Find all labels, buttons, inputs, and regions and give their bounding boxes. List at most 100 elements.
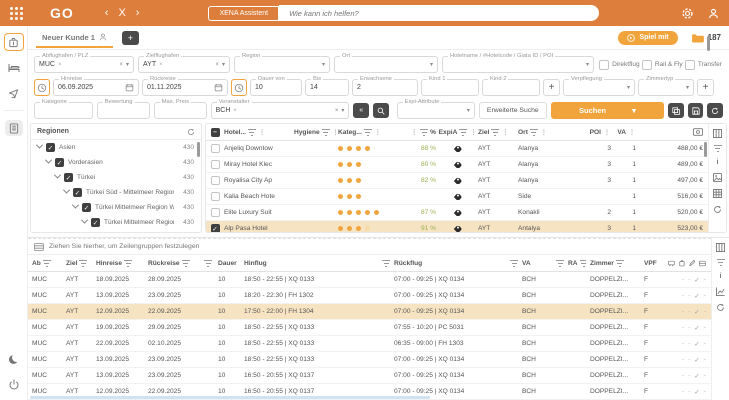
flight-icon[interactable] xyxy=(5,85,23,101)
info-icon[interactable]: i xyxy=(720,273,722,280)
filter-icon[interactable] xyxy=(364,129,372,136)
zimmertyp-field[interactable]: Zimmertyp ▾ xyxy=(638,79,694,96)
select-all-checkbox[interactable] xyxy=(211,128,220,137)
add-child-button[interactable]: + xyxy=(543,79,560,96)
column-menu-icon[interactable]: ⋮ xyxy=(502,129,508,136)
image-icon[interactable] xyxy=(713,173,722,182)
filter-icon[interactable] xyxy=(616,260,624,267)
filter-icon[interactable] xyxy=(79,260,87,267)
info-icon[interactable]: i xyxy=(717,159,719,166)
region-checkbox[interactable] xyxy=(82,203,91,212)
row-checkbox[interactable] xyxy=(211,224,220,232)
column-menu-icon[interactable]: ⋮ xyxy=(629,129,635,136)
row-checkbox[interactable] xyxy=(211,192,220,201)
hotel-row[interactable]: Kalia Beach Hote AYT Side 1 516,00 € xyxy=(206,189,708,205)
region-tree-item[interactable]: Türkei Mittelmeer Region West 430 xyxy=(31,200,201,215)
filter-icon[interactable] xyxy=(714,145,722,152)
calendar-icon[interactable] xyxy=(214,83,223,92)
calendar-icon[interactable] xyxy=(125,83,134,92)
row-group-dropzone[interactable]: Ziehen Sie hierher, um Zeilengruppen fes… xyxy=(28,238,711,255)
assistant-search-input[interactable] xyxy=(279,5,599,21)
filter-icon[interactable] xyxy=(717,259,725,266)
region-checkbox[interactable] xyxy=(73,188,82,197)
chevron-down-icon[interactable] xyxy=(72,202,79,209)
filter-icon[interactable] xyxy=(322,129,330,136)
region-tree-item[interactable]: Vorderasien 430 xyxy=(31,155,201,170)
dropdown-caret-icon[interactable]: ▾ xyxy=(126,61,129,68)
expi-attribute-field[interactable]: Expi-Attribute ▾ xyxy=(397,102,475,119)
dropdown-caret-icon[interactable]: ▾ xyxy=(467,107,470,114)
hotel-row[interactable]: Royalisa City Ap 82 % AYT Alanya 3 1 497… xyxy=(206,173,708,189)
offer-row[interactable]: MUC AYT 13.09.2025 23.09.2025 10 18:50 -… xyxy=(28,352,711,368)
region-tree-item[interactable]: Türkei 430 xyxy=(31,170,201,185)
option-checkbox[interactable]: Direktflug xyxy=(599,60,639,70)
clear-icon[interactable]: × xyxy=(335,108,339,114)
bewertung-field[interactable]: Bewertung xyxy=(97,102,150,119)
basket-counter[interactable]: 187 xyxy=(691,33,721,43)
filter-icon[interactable] xyxy=(420,129,428,136)
ort-field[interactable]: Ort ▾ xyxy=(334,56,438,73)
filter-icon[interactable] xyxy=(556,260,564,267)
column-menu-icon[interactable]: ⋮ xyxy=(470,129,476,136)
column-menu-icon[interactable]: ⋮ xyxy=(411,129,417,136)
chevron-down-icon[interactable] xyxy=(63,187,70,194)
refresh-icon[interactable] xyxy=(716,303,725,312)
columns-icon[interactable] xyxy=(716,243,725,252)
veranstalter-field[interactable]: Veranstalter BCH × × ▾ xyxy=(211,102,350,119)
chevron-down-icon[interactable] xyxy=(81,217,88,224)
chevron-down-icon[interactable] xyxy=(45,157,52,164)
nav-x-icon[interactable]: X xyxy=(118,7,125,19)
filter-icon[interactable] xyxy=(459,129,467,136)
hotel-row[interactable]: Alp Pasa Hotel 91 % AYT Antalya 3 1 523,… xyxy=(206,221,708,232)
document-list-icon[interactable] xyxy=(5,120,23,136)
region-tree-item[interactable]: Türkei Mittelmeer Region - Antalya 430 xyxy=(31,215,201,230)
column-menu-icon[interactable]: ⋮ xyxy=(541,129,547,136)
spiel-mit-button[interactable]: Spiel mit xyxy=(618,31,677,45)
region-checkbox[interactable] xyxy=(64,173,73,182)
outbound-time-button[interactable] xyxy=(34,79,50,96)
row-checkbox[interactable] xyxy=(211,160,220,169)
dropdown-caret-icon[interactable]: ▾ xyxy=(627,84,630,91)
max-preis-field[interactable]: Max. Preis xyxy=(154,102,207,119)
row-checkbox[interactable] xyxy=(211,176,220,185)
horizontal-scrollbar[interactable] xyxy=(30,396,430,399)
erwachsene-field[interactable]: Erwachsene 2 xyxy=(352,79,418,96)
copy-search-button[interactable] xyxy=(668,103,684,118)
region-field[interactable]: Region ▾ xyxy=(234,56,330,73)
erweiterte-suche-button[interactable]: Erweiterte Suche xyxy=(479,102,547,119)
column-menu-icon[interactable]: ⋮ xyxy=(259,129,265,136)
hotelname-field[interactable]: Hotelname / #Hotelcode / Giata ID / POI … xyxy=(442,56,594,73)
dropdown-caret-icon[interactable]: ▾ xyxy=(341,107,344,114)
kategorie-field[interactable]: Kategorie xyxy=(34,102,93,119)
hinreise-field[interactable]: Hinreise 06.09.2025 xyxy=(53,79,139,96)
offer-row[interactable]: MUC AYT 13.09.2025 23.09.2025 10 18:20 -… xyxy=(28,288,711,304)
region-tree-item[interactable]: Türkei Süd - Mittelmeer Region 430 xyxy=(31,185,201,200)
arrival-airport-field[interactable]: Zielflughafen AYT × × ▾ xyxy=(138,56,230,73)
filter-icon[interactable] xyxy=(248,129,256,136)
chip-clear-icon[interactable]: × xyxy=(233,108,237,114)
bis-field[interactable]: Bis 14 xyxy=(305,79,349,96)
filter-icon[interactable] xyxy=(124,260,132,267)
columns-icon[interactable] xyxy=(713,129,722,138)
column-menu-icon[interactable]: ⋮ xyxy=(604,129,610,136)
xena-assistant-button[interactable]: XENA Assistent xyxy=(208,6,279,21)
hotel-row[interactable]: Anjeliq Downtow 88 % AYT Alanya 3 1 488,… xyxy=(206,141,708,157)
offer-row[interactable]: MUC AYT 22.09.2025 02.10.2025 10 18:50 -… xyxy=(28,336,711,352)
offer-row[interactable]: MUC AYT 12.09.2025 22.09.2025 10 17:50 -… xyxy=(28,304,711,320)
filter-icon[interactable] xyxy=(530,129,538,136)
offer-row[interactable]: MUC AYT 19.09.2025 29.09.2025 10 18:50 -… xyxy=(28,320,711,336)
settings-gear-icon[interactable] xyxy=(681,7,694,20)
dropdown-caret-icon[interactable]: ▾ xyxy=(686,84,689,91)
filter-icon[interactable] xyxy=(204,260,212,267)
dropdown-caret-icon[interactable]: ▾ xyxy=(586,61,589,68)
return-time-button[interactable] xyxy=(231,79,247,96)
hotel-row[interactable]: Miray Hotel Klec 80 % AYT Alanya 3 1 489… xyxy=(206,157,708,173)
dropdown-caret-icon[interactable]: ▾ xyxy=(430,61,433,68)
search-split-caret-icon[interactable]: ▾ xyxy=(632,106,636,115)
filter-icon[interactable] xyxy=(182,260,190,267)
app-launcher-icon[interactable] xyxy=(10,7,23,20)
save-search-button[interactable] xyxy=(688,103,704,118)
filter-icon[interactable] xyxy=(382,260,390,267)
dauer-von-field[interactable]: Dauer von 10 xyxy=(250,79,302,96)
refresh-icon[interactable] xyxy=(713,205,722,214)
